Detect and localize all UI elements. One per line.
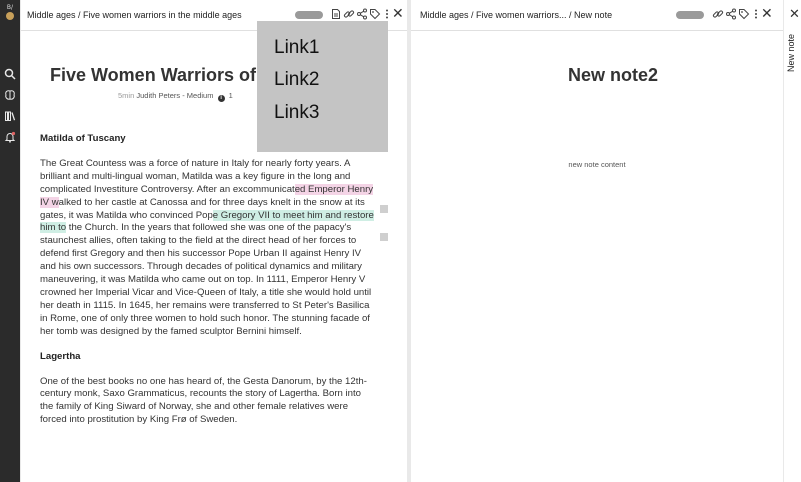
popup-link-2[interactable]: Link2: [274, 69, 319, 91]
link-icon[interactable]: [343, 8, 355, 20]
article-body: Matilda of Tuscany The Great Countess wa…: [40, 133, 374, 439]
bell-icon[interactable]: [4, 131, 16, 143]
link-icon[interactable]: [712, 8, 724, 20]
paragraph-text: the Church. In the years that followed s…: [40, 222, 372, 337]
close-icon[interactable]: ✕: [761, 7, 773, 21]
share-icon[interactable]: [356, 8, 368, 20]
section-heading: Lagertha: [40, 350, 81, 362]
document-icon[interactable]: [330, 8, 342, 20]
info-icon[interactable]: i: [217, 95, 225, 102]
left-rail: B/: [0, 0, 20, 482]
section-paragraph: The Great Countess was a force of nature…: [40, 158, 374, 339]
breadcrumb[interactable]: Middle ages / Five women warriors in the…: [27, 10, 242, 20]
share-icon[interactable]: [725, 8, 737, 20]
close-icon[interactable]: ✕: [392, 7, 404, 21]
workspace-initials: B/: [6, 4, 14, 11]
tag-icon[interactable]: [738, 8, 750, 20]
note-content[interactable]: new note content: [411, 160, 783, 169]
highlight-marker[interactable]: [380, 233, 388, 241]
collapsed-note-tab[interactable]: ✕ New note: [784, 0, 801, 482]
popup-link-3[interactable]: Link3: [274, 102, 319, 124]
note-pane-header: Middle ages / Five women warriors... / N…: [411, 0, 783, 31]
workspace-avatar[interactable]: B/: [3, 4, 17, 26]
collaborators-pill[interactable]: [676, 11, 704, 19]
breadcrumb[interactable]: Middle ages / Five women warriors... / N…: [420, 10, 612, 20]
popup-link-1[interactable]: Link1: [274, 37, 319, 59]
collapsed-tab-label[interactable]: New note: [786, 34, 796, 72]
brain-icon[interactable]: [4, 89, 16, 101]
tag-icon[interactable]: [369, 8, 381, 20]
highlight-count: 1: [228, 91, 233, 100]
collaborators-pill[interactable]: [295, 11, 323, 19]
article-meta: 5min Judith Peters - Medium i 1: [118, 91, 233, 102]
highlight-marker[interactable]: [380, 205, 388, 213]
article-author[interactable]: Judith Peters - Medium: [136, 91, 213, 100]
note-title[interactable]: New note2: [568, 65, 658, 86]
links-popup: Link1 Link2 Link3: [257, 21, 388, 152]
section-paragraph: One of the best books no one has heard o…: [40, 375, 367, 426]
article-title: Five Women Warriors of th: [50, 65, 279, 85]
library-icon[interactable]: [4, 110, 16, 122]
close-icon[interactable]: ✕: [789, 8, 800, 21]
search-icon[interactable]: [4, 68, 16, 80]
read-time: 5min: [118, 91, 135, 100]
workspace-avatar-dot: [6, 12, 14, 20]
note-pane: Middle ages / Five women warriors... / N…: [411, 0, 783, 482]
